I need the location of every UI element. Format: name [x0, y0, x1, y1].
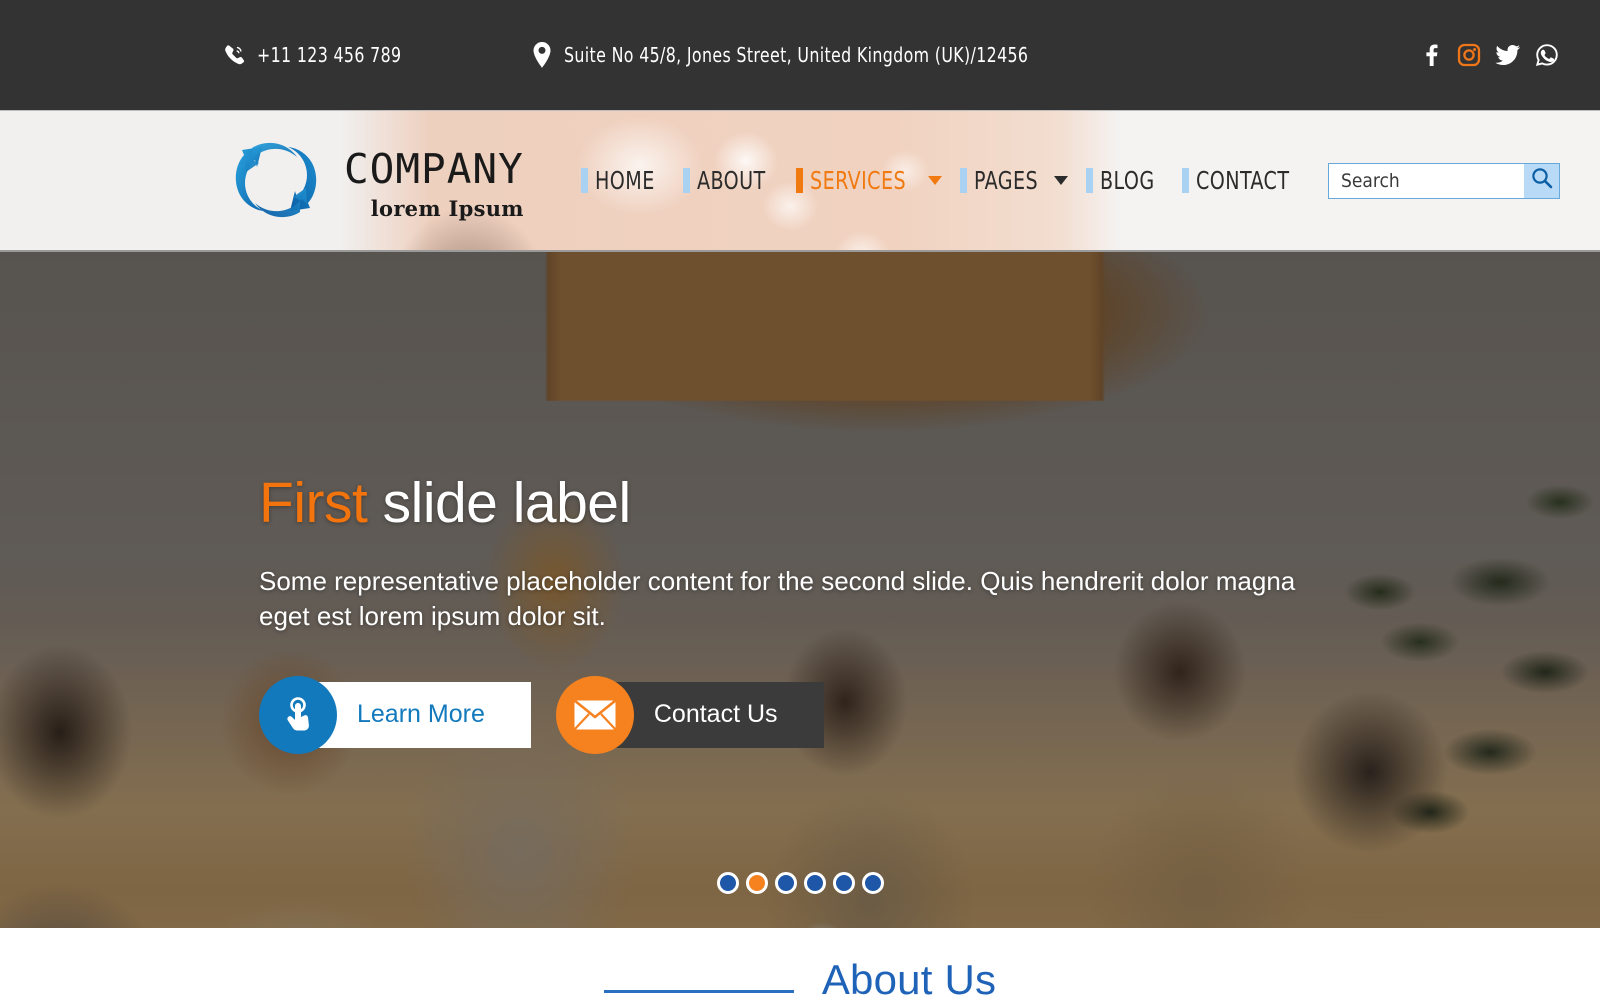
contact-us-button[interactable]: Contact Us — [555, 675, 824, 754]
chevron-down-icon — [927, 176, 942, 185]
learn-more-button[interactable]: Learn More — [259, 675, 531, 754]
search-icon — [1531, 167, 1553, 194]
hero-carousel: First slide label Some representative pl… — [0, 252, 1600, 928]
hero-title: First slide label — [259, 471, 1339, 535]
nav-accent-bar — [1086, 168, 1094, 193]
about-section: About Us — [0, 928, 1600, 1000]
phone-contact[interactable]: +11 123 456 789 — [222, 41, 421, 69]
instagram-icon[interactable] — [1456, 42, 1482, 68]
carousel-indicators — [0, 872, 1600, 894]
carousel-dot[interactable] — [774, 872, 797, 894]
site-header: COMPANY lorem Ipsum HOME ABOUT SERVICES … — [0, 110, 1600, 252]
search-input[interactable] — [1328, 162, 1524, 199]
nav-label: SERVICES — [809, 166, 906, 195]
logo-company-name: COMPANY — [344, 144, 524, 193]
hero-content: First slide label Some representative pl… — [259, 471, 1339, 754]
nav-label: PAGES — [973, 166, 1038, 195]
hero-title-highlight: First — [259, 471, 368, 535]
whatsapp-icon[interactable] — [1534, 42, 1560, 68]
twitter-icon[interactable] — [1495, 42, 1521, 68]
carousel-dot[interactable] — [832, 872, 855, 894]
map-pin-icon — [529, 41, 555, 69]
carousel-dot[interactable] — [861, 872, 884, 894]
nav-item-services[interactable]: SERVICES — [787, 166, 951, 195]
search-button[interactable] — [1524, 162, 1560, 199]
social-links — [1417, 42, 1560, 68]
nav-item-blog[interactable]: BLOG — [1077, 166, 1173, 195]
address-text: Suite No 45/8, Jones Street, United King… — [564, 43, 1029, 67]
main-navigation: HOME ABOUT SERVICES PAGES BLOG CONTACT — [572, 166, 1315, 195]
carousel-dot[interactable] — [803, 872, 826, 894]
hero-title-rest: slide label — [367, 471, 632, 535]
hand-pointer-icon — [259, 675, 337, 754]
nav-label: CONTACT — [1196, 166, 1290, 195]
nav-label: BLOG — [1100, 166, 1155, 195]
nav-item-home[interactable]: HOME — [572, 166, 674, 195]
nav-item-about[interactable]: ABOUT — [674, 166, 787, 195]
site-logo[interactable]: COMPANY lorem Ipsum — [222, 133, 524, 229]
nav-item-pages[interactable]: PAGES — [951, 166, 1077, 195]
nav-accent-bar — [795, 168, 803, 193]
logo-tagline: lorem Ipsum — [370, 195, 524, 221]
about-title: About Us — [821, 956, 997, 1000]
nav-item-contact[interactable]: CONTACT — [1173, 166, 1315, 195]
nav-label: ABOUT — [697, 166, 766, 195]
top-contact-bar: +11 123 456 789 Suite No 45/8, Jones Str… — [0, 0, 1600, 110]
chevron-down-icon — [1054, 176, 1069, 185]
nav-accent-bar — [580, 168, 588, 193]
envelope-icon — [555, 675, 634, 754]
nav-accent-bar — [683, 168, 691, 193]
carousel-dot[interactable] — [716, 872, 739, 894]
carousel-dot-active[interactable] — [745, 872, 768, 894]
about-title-rule — [603, 990, 794, 993]
nav-label: HOME — [594, 166, 655, 195]
hero-description: Some representative placeholder content … — [259, 565, 1296, 631]
facebook-icon[interactable] — [1417, 42, 1443, 68]
address-contact[interactable]: Suite No 45/8, Jones Street, United King… — [529, 41, 1092, 69]
circular-arrows-logo-icon — [222, 133, 330, 229]
hero-cta-group: Learn More Contact Us — [259, 675, 1339, 754]
phone-number: +11 123 456 789 — [257, 43, 402, 67]
nav-accent-bar — [959, 168, 967, 193]
phone-ringing-icon — [222, 41, 248, 69]
search-form — [1328, 162, 1560, 199]
nav-accent-bar — [1182, 168, 1190, 193]
